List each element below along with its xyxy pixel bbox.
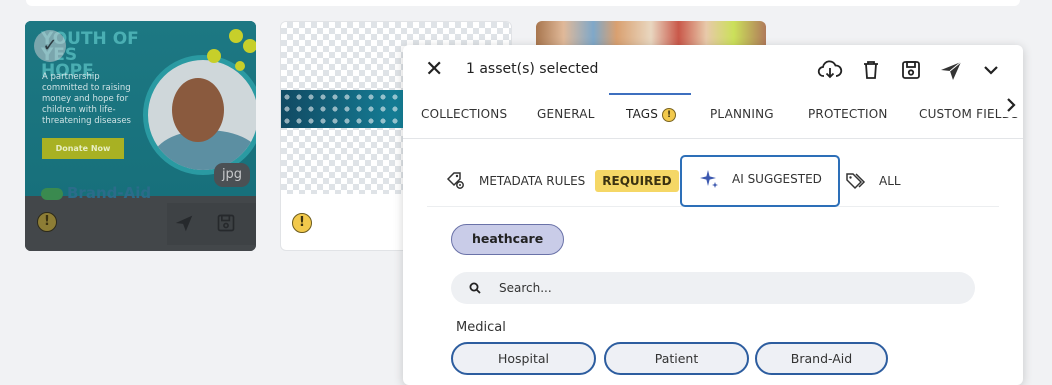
tag-source-tabs: METADATA RULES REQUIRED AI SUGGESTED ALL xyxy=(427,155,999,207)
search-icon xyxy=(469,282,481,294)
send-icon[interactable] xyxy=(938,57,964,83)
save-icon[interactable] xyxy=(898,57,924,83)
tab-protection[interactable]: PROTECTION xyxy=(808,107,888,121)
asset-card-1[interactable]: YOUTH OF YES HOPE A partnership committe… xyxy=(25,21,256,251)
decor-dot xyxy=(243,39,256,53)
subtab-ai-suggested-label: AI SUGGESTED xyxy=(732,172,822,186)
decor-dot xyxy=(229,29,243,43)
save-icon[interactable] xyxy=(209,206,243,240)
panel-header: ✕ 1 asset(s) selected xyxy=(403,45,1023,93)
tags-icon xyxy=(846,173,866,190)
thumbnail-donate-label: Donate Now xyxy=(42,138,124,159)
tab-planning[interactable]: PLANNING xyxy=(710,107,774,121)
top-bar xyxy=(26,0,1020,6)
subtab-metadata-rules[interactable]: METADATA RULES REQUIRED xyxy=(445,155,679,207)
subtab-ai-suggested[interactable]: AI SUGGESTED xyxy=(680,155,840,207)
tag-chip-patient[interactable]: Patient xyxy=(604,342,749,375)
selected-check-icon[interactable]: ✓ xyxy=(34,30,66,62)
tabs-scroll-right-icon[interactable] xyxy=(999,93,1023,117)
search-input[interactable] xyxy=(497,272,957,304)
asset-thumbnail-1[interactable]: YOUTH OF YES HOPE A partnership committe… xyxy=(25,21,256,196)
tag-group-title: Medical xyxy=(456,320,506,335)
subtab-all[interactable]: ALL xyxy=(845,155,901,207)
warning-icon: ! xyxy=(662,107,677,122)
chevron-down-icon[interactable] xyxy=(978,57,1004,83)
tag-search xyxy=(451,272,975,304)
thumbnail-blurb: A partnership committed to raising money… xyxy=(42,72,131,126)
tags-gear-icon xyxy=(446,172,464,189)
decor-dot xyxy=(235,61,245,71)
subtab-metadata-rules-label: METADATA RULES xyxy=(479,174,586,188)
brand-logo: Brand-Aid xyxy=(41,184,151,202)
tab-tags[interactable]: TAGS! xyxy=(626,107,677,122)
warning-icon[interactable]: ! xyxy=(37,212,57,232)
selected-tag-chip[interactable]: heathcare xyxy=(451,224,565,255)
tag-chip-brand-aid[interactable]: Brand-Aid xyxy=(755,342,888,375)
decor-dot xyxy=(207,49,221,63)
active-tab-indicator xyxy=(609,93,691,95)
selection-count: 1 asset(s) selected xyxy=(466,61,599,77)
close-icon[interactable]: ✕ xyxy=(425,59,443,81)
subtab-all-label: ALL xyxy=(879,174,901,188)
panel-tabs: COLLECTIONS GENERAL TAGS! PLANNING PROTE… xyxy=(403,93,1023,139)
tag-chip-hospital[interactable]: Hospital xyxy=(451,342,596,375)
send-icon[interactable] xyxy=(167,206,201,240)
tab-collections[interactable]: COLLECTIONS xyxy=(421,107,507,121)
sparkle-icon xyxy=(700,170,718,188)
tab-tags-label: TAGS xyxy=(626,107,659,121)
trash-icon[interactable] xyxy=(858,57,884,83)
child-photo xyxy=(143,55,256,175)
asset-selection-panel: ✕ 1 asset(s) selected COLLECTIONS GENERA… xyxy=(403,45,1023,385)
warning-icon[interactable]: ! xyxy=(292,213,312,233)
required-badge: REQUIRED xyxy=(595,170,679,192)
download-icon[interactable] xyxy=(817,57,843,83)
tab-general[interactable]: GENERAL xyxy=(537,107,595,121)
file-type-badge: jpg xyxy=(214,163,250,187)
asset-thumbnail-3[interactable] xyxy=(536,21,766,47)
